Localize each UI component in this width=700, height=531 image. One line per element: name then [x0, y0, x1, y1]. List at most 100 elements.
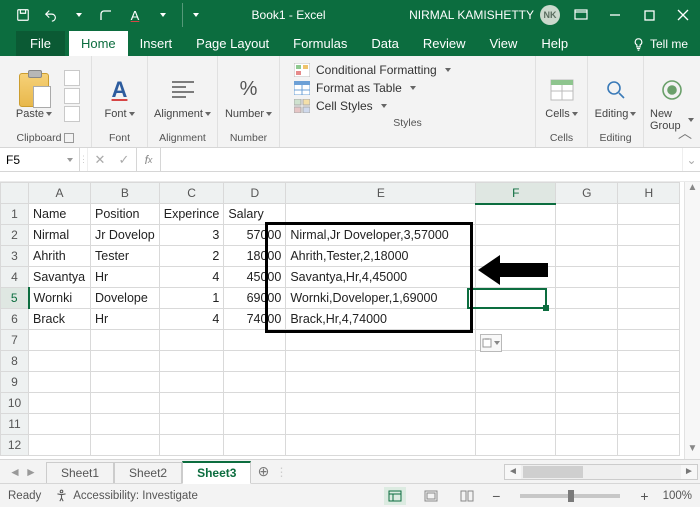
cell-B2[interactable]: Jr Dovelop	[91, 225, 160, 246]
cell-E7[interactable]	[286, 330, 476, 351]
tab-help[interactable]: Help	[529, 31, 580, 56]
paste-options-button[interactable]	[480, 334, 502, 352]
font-button[interactable]: A Font	[98, 72, 141, 120]
row-header-10[interactable]: 10	[1, 393, 29, 414]
cell-C3[interactable]: 2	[159, 246, 224, 267]
close-button[interactable]	[666, 0, 700, 30]
select-all-corner[interactable]	[1, 183, 29, 204]
cells-button[interactable]: Cells	[542, 72, 581, 120]
cell-C9[interactable]	[159, 372, 224, 393]
cell-C7[interactable]	[159, 330, 224, 351]
cell-G12[interactable]	[556, 435, 618, 456]
cell-H7[interactable]	[618, 330, 680, 351]
cell-E11[interactable]	[286, 414, 476, 435]
cell-C2[interactable]: 3	[159, 225, 224, 246]
tab-home[interactable]: Home	[69, 31, 128, 56]
paste-button[interactable]: Paste	[11, 72, 57, 120]
sheet-nav-prev[interactable]: ◄	[8, 465, 22, 479]
cell-G5[interactable]	[556, 288, 618, 309]
cell-G4[interactable]	[556, 267, 618, 288]
cell-F1[interactable]	[476, 204, 556, 225]
cell-E12[interactable]	[286, 435, 476, 456]
accessibility-status[interactable]: Accessibility: Investigate	[55, 489, 198, 502]
col-header-E[interactable]: E	[286, 183, 476, 204]
tell-me[interactable]: Tell me	[620, 37, 700, 56]
cell-A7[interactable]	[29, 330, 91, 351]
tab-formulas[interactable]: Formulas	[281, 31, 359, 56]
cell-D7[interactable]	[224, 330, 286, 351]
ribbon-options-button[interactable]	[564, 0, 598, 30]
font-color-icon[interactable]: A	[122, 3, 148, 27]
cell-C12[interactable]	[159, 435, 224, 456]
cell-B7[interactable]	[91, 330, 160, 351]
add-sheet-button[interactable]: ⊕	[251, 463, 275, 480]
cell-B3[interactable]: Tester	[91, 246, 160, 267]
zoom-level[interactable]: 100%	[663, 490, 692, 502]
autosave-icon[interactable]	[10, 3, 36, 27]
zoom-in-button[interactable]: +	[640, 488, 648, 504]
tab-data[interactable]: Data	[359, 31, 410, 56]
enter-formula-button[interactable]: ✓	[112, 152, 136, 168]
cell-B12[interactable]	[91, 435, 160, 456]
cell-D1[interactable]: Salary	[224, 204, 286, 225]
cell-H6[interactable]	[618, 309, 680, 330]
expand-formula-bar[interactable]: ⌄	[682, 148, 700, 171]
cell-E4[interactable]: Savantya,Hr,4,45000	[286, 267, 476, 288]
row-header-5[interactable]: 5	[1, 288, 29, 309]
zoom-out-button[interactable]: −	[492, 488, 500, 504]
cell-A10[interactable]	[29, 393, 91, 414]
sheet-nav-next[interactable]: ►	[24, 465, 38, 479]
cell-G3[interactable]	[556, 246, 618, 267]
undo-button[interactable]	[38, 3, 64, 27]
cell-A8[interactable]	[29, 351, 91, 372]
cell-G6[interactable]	[556, 309, 618, 330]
name-box[interactable]: F5	[0, 148, 80, 171]
cell-A1[interactable]: Name	[29, 204, 91, 225]
cell-F10[interactable]	[476, 393, 556, 414]
cell-C1[interactable]: Experince	[159, 204, 224, 225]
cell-F5[interactable]	[476, 288, 556, 309]
zoom-slider[interactable]	[520, 494, 620, 498]
cell-E1[interactable]	[286, 204, 476, 225]
cell-D2[interactable]: 57000	[224, 225, 286, 246]
cell-F6[interactable]	[476, 309, 556, 330]
cell-C4[interactable]: 4	[159, 267, 224, 288]
row-header-8[interactable]: 8	[1, 351, 29, 372]
grid[interactable]: ABCDEFGH 1NamePositionExperinceSalary2Ni…	[0, 182, 700, 459]
editing-button[interactable]: Editing	[594, 72, 637, 120]
cell-A9[interactable]	[29, 372, 91, 393]
cell-E9[interactable]	[286, 372, 476, 393]
collapse-ribbon-button[interactable]: ︿	[678, 123, 692, 143]
cell-D10[interactable]	[224, 393, 286, 414]
format-painter-button[interactable]	[64, 106, 80, 122]
cell-G10[interactable]	[556, 393, 618, 414]
cell-E2[interactable]: Nirmal,Jr Doveloper,3,57000	[286, 225, 476, 246]
cell-F9[interactable]	[476, 372, 556, 393]
row-header-11[interactable]: 11	[1, 414, 29, 435]
cell-D8[interactable]	[224, 351, 286, 372]
maximize-button[interactable]	[632, 0, 666, 30]
fx-icon[interactable]: fx	[137, 148, 161, 171]
cell-B4[interactable]: Hr	[91, 267, 160, 288]
cancel-formula-button[interactable]: ✕	[88, 152, 112, 168]
cell-H9[interactable]	[618, 372, 680, 393]
cell-D3[interactable]: 18000	[224, 246, 286, 267]
minimize-button[interactable]	[598, 0, 632, 30]
col-header-B[interactable]: B	[91, 183, 160, 204]
vertical-scrollbar[interactable]: ▲▼	[684, 182, 700, 459]
cell-G8[interactable]	[556, 351, 618, 372]
cell-C6[interactable]: 4	[159, 309, 224, 330]
cell-H5[interactable]	[618, 288, 680, 309]
cell-H1[interactable]	[618, 204, 680, 225]
cell-F2[interactable]	[476, 225, 556, 246]
alignment-button[interactable]: Alignment	[160, 72, 206, 120]
formula-input[interactable]	[161, 148, 682, 171]
cell-B9[interactable]	[91, 372, 160, 393]
cell-G7[interactable]	[556, 330, 618, 351]
cell-H10[interactable]	[618, 393, 680, 414]
cell-D9[interactable]	[224, 372, 286, 393]
cell-E5[interactable]: Wornki,Doveloper,1,69000	[286, 288, 476, 309]
cell-F11[interactable]	[476, 414, 556, 435]
cell-A4[interactable]: Savantya	[29, 267, 91, 288]
tab-insert[interactable]: Insert	[128, 31, 185, 56]
